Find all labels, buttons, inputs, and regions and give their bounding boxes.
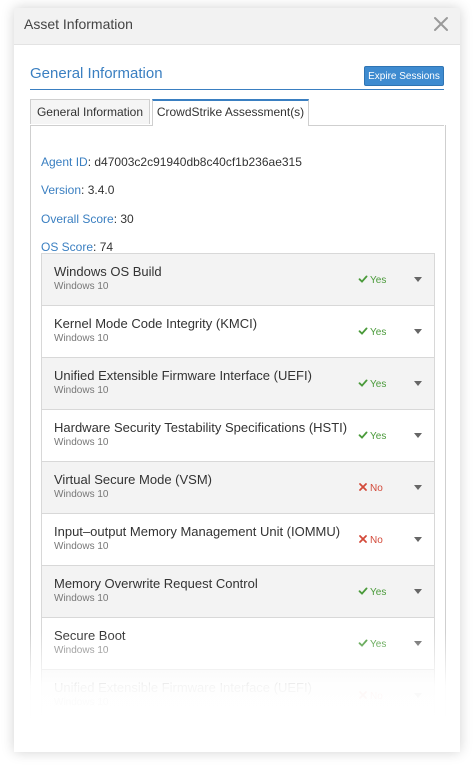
modal-title: Asset Information xyxy=(24,16,133,32)
tab-bar: General Information CrowdStrike Assessme… xyxy=(30,99,444,126)
assessment-title: Windows OS Build xyxy=(54,264,162,279)
chevron-down-icon[interactable] xyxy=(413,536,423,543)
section-divider xyxy=(30,89,444,90)
chevron-down-icon[interactable] xyxy=(413,380,423,387)
assessment-status: Yes xyxy=(358,326,386,338)
assessment-status-label: No xyxy=(370,691,383,702)
chevron-down-icon[interactable] xyxy=(413,276,423,283)
chevron-down-icon[interactable] xyxy=(413,328,423,335)
assessment-status: No xyxy=(358,690,383,702)
assessment-status: Yes xyxy=(358,586,386,598)
chevron-down-icon[interactable] xyxy=(413,484,423,491)
assessment-status: Yes xyxy=(358,430,386,442)
overall-score-value: : 30 xyxy=(113,212,134,226)
chevron-down-icon[interactable] xyxy=(413,432,423,439)
assessment-row[interactable]: Memory Overwrite Request Control Windows … xyxy=(41,566,435,618)
assessment-status-label: Yes xyxy=(370,639,387,650)
section-title: General Information xyxy=(30,65,163,82)
assessment-title: Virtual Secure Mode (VSM) xyxy=(54,472,212,487)
os-score-line: OS Score: 74 xyxy=(41,240,113,254)
expire-sessions-button[interactable]: Expire Sessions xyxy=(364,66,444,86)
assessment-platform: Windows 10 xyxy=(54,385,109,396)
assessment-row[interactable]: Unified Extensible Firmware Interface (U… xyxy=(41,358,435,410)
check-icon xyxy=(358,431,368,439)
modal-header: Asset Information xyxy=(14,8,460,45)
version-line: Version: 3.4.0 xyxy=(41,183,114,197)
assessment-row[interactable]: Secure Boot Windows 10 Yes xyxy=(41,618,435,670)
assessment-status-label: Yes xyxy=(370,587,387,598)
version-value: : 3.4.0 xyxy=(81,183,115,197)
assessment-status: Yes xyxy=(358,378,386,390)
check-icon xyxy=(358,275,368,283)
assessment-title: Unified Extensible Firmware Interface (U… xyxy=(54,368,312,383)
os-score-value: : 74 xyxy=(93,240,114,254)
assessment-row[interactable]: Virtual Secure Mode (VSM) Windows 10 No xyxy=(41,462,435,514)
asset-information-modal: Asset Information General Information Ex… xyxy=(14,8,460,752)
assessment-title: Kernel Mode Code Integrity (KMCI) xyxy=(54,316,258,331)
assessment-platform: Windows 10 xyxy=(54,697,109,708)
assessment-platform: Windows 10 xyxy=(54,645,109,656)
tab-crowdstrike-assessments[interactable]: CrowdStrike Assessment(s) xyxy=(152,99,309,126)
assessment-row[interactable]: Kernel Mode Code Integrity (KMCI) Windows… xyxy=(41,306,435,358)
overall-score-label: Overall Score xyxy=(41,212,114,226)
check-icon xyxy=(358,327,368,335)
assessment-platform: Windows 10 xyxy=(54,489,109,500)
assessment-status: No xyxy=(358,534,383,546)
assessment-status-label: Yes xyxy=(370,431,387,442)
chevron-down-icon[interactable] xyxy=(413,692,423,699)
chevron-down-icon[interactable] xyxy=(413,588,423,595)
cross-icon xyxy=(359,535,367,543)
assessment-title: Unified Extensible Firmware Interface (U… xyxy=(54,680,312,695)
assessment-title: Secure Boot xyxy=(54,628,126,643)
close-icon[interactable] xyxy=(432,15,450,33)
assessment-status-label: Yes xyxy=(370,327,387,338)
assessment-title: Memory Overwrite Request Control xyxy=(54,576,258,591)
check-icon xyxy=(358,639,368,647)
overall-score-line: Overall Score: 30 xyxy=(41,212,134,226)
assessment-platform: Windows 10 xyxy=(54,541,109,552)
assessment-row[interactable]: Windows OS Build Windows 10 Yes xyxy=(41,254,435,306)
tab-general-information[interactable]: General Information xyxy=(30,99,150,124)
assessment-row[interactable]: Unified Extensible Firmware Interface (U… xyxy=(41,670,435,722)
version-label: Version xyxy=(41,183,82,197)
check-icon xyxy=(358,587,368,595)
assessment-status-label: Yes xyxy=(370,275,387,286)
assessment-status-label: Yes xyxy=(370,379,387,390)
assessment-panel: Agent ID: d47003c2c91940db8c40cf1b236ae3… xyxy=(30,125,446,752)
agent-id-line: Agent ID: d47003c2c91940db8c40cf1b236ae3… xyxy=(41,155,302,169)
assessment-platform: Windows 10 xyxy=(54,281,109,292)
assessment-status: Yes xyxy=(358,274,386,286)
assessment-row[interactable]: Input–output Memory Management Unit (IOM… xyxy=(41,514,435,566)
assessment-title: Hardware Security Testability Specificat… xyxy=(54,420,348,435)
assessment-status-label: No xyxy=(370,483,383,494)
agent-id-value: : d47003c2c91940db8c40cf1b236ae315 xyxy=(87,155,302,169)
agent-id-label: Agent ID xyxy=(41,155,88,169)
assessment-platform: Windows 10 xyxy=(54,333,109,344)
assessment-row[interactable]: Hardware Security Testability Specificat… xyxy=(41,410,435,462)
assessment-list: Windows OS Build Windows 10 Yes Kernel Mode… xyxy=(41,253,435,722)
assessment-platform: Windows 10 xyxy=(54,437,109,448)
chevron-down-icon[interactable] xyxy=(413,640,423,647)
assessment-status-label: No xyxy=(370,535,383,546)
check-icon xyxy=(358,379,368,387)
cross-icon xyxy=(359,483,367,491)
assessment-status: Yes xyxy=(358,638,386,650)
cross-icon xyxy=(359,691,367,699)
assessment-platform: Windows 10 xyxy=(54,593,109,604)
assessment-status: No xyxy=(358,482,383,494)
assessment-title: Input–output Memory Management Unit (IOM… xyxy=(54,524,341,539)
os-score-label: OS Score xyxy=(41,240,94,254)
